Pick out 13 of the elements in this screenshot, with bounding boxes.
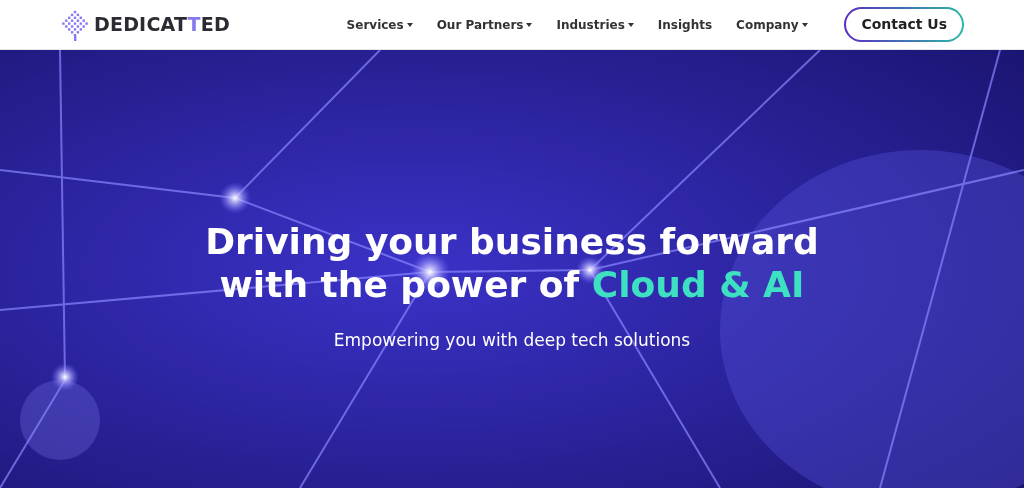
caret-icon (406, 22, 413, 27)
nav-link[interactable]: Our Partners (436, 15, 533, 34)
hero-subtitle: Empowering you with deep tech solutions (332, 329, 692, 353)
contact-button[interactable]: Contact Us (844, 7, 964, 42)
logo-text: DEDICATTED (94, 12, 230, 38)
nav-link[interactable]: Insights (657, 15, 713, 34)
nav-link[interactable]: Company (736, 15, 808, 34)
nav-link[interactable]: Services (346, 15, 413, 34)
nav-link[interactable]: Industries (556, 15, 634, 34)
caret-icon (627, 22, 634, 27)
caret-icon (801, 22, 808, 27)
caret-icon (526, 22, 533, 27)
hero-headline: Driving your business forward with the power of Cloud & AI (204, 220, 820, 307)
